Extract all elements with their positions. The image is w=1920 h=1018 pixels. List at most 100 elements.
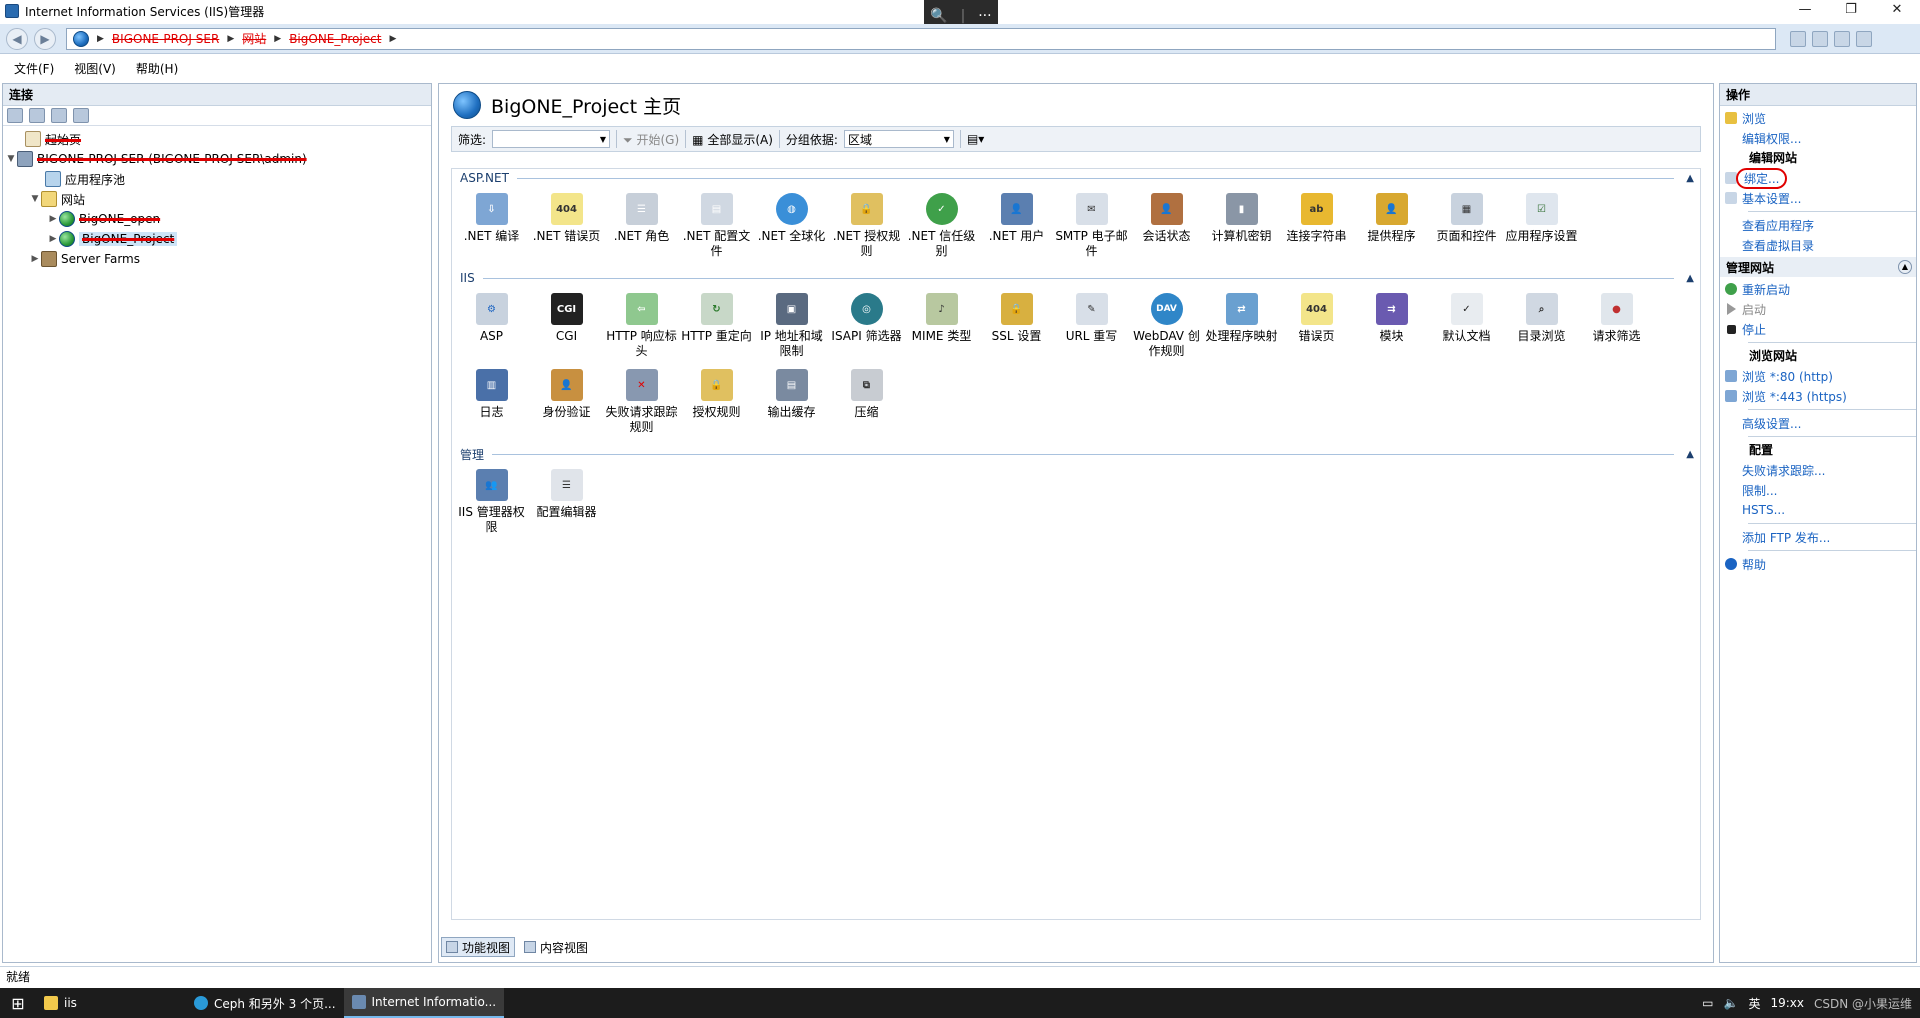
action-browse-443[interactable]: 浏览 *:443 (https) bbox=[1720, 386, 1916, 406]
tree-app-pools[interactable]: 应用程序池 bbox=[3, 169, 431, 189]
windows-start-icon[interactable]: ⊞ bbox=[0, 994, 36, 1013]
feature-net-trust-levels[interactable]: ✓ .NET 信任级别 bbox=[904, 187, 979, 263]
feature-isapi-filters[interactable]: ◎ ISAPI 筛选器 bbox=[829, 287, 904, 363]
feature-app-settings[interactable]: ☑ 应用程序设置 bbox=[1504, 187, 1579, 263]
clock[interactable]: 19:xx bbox=[1770, 996, 1804, 1010]
feature-authorization-rules[interactable]: 🔒 授权规则 bbox=[679, 363, 754, 439]
action-limits[interactable]: 限制... bbox=[1720, 480, 1916, 500]
breadcrumb-sites[interactable]: 网站 bbox=[242, 30, 266, 47]
feature-modules[interactable]: ⇉ 模块 bbox=[1354, 287, 1429, 363]
manage-site-heading[interactable]: 管理网站 ▲ bbox=[1720, 257, 1916, 277]
feature-authentication[interactable]: 👤 身份验证 bbox=[529, 363, 604, 439]
network-icon[interactable]: ▭ bbox=[1702, 996, 1713, 1010]
zoom-icon[interactable]: 🔍 bbox=[930, 8, 947, 24]
feature-http-response-headers[interactable]: ⇦ HTTP 响应标头 bbox=[604, 287, 679, 363]
feature-error-pages[interactable]: 404 错误页 bbox=[1279, 287, 1354, 363]
action-failed-request-tracing[interactable]: 失败请求跟踪... bbox=[1720, 460, 1916, 480]
feature-net-profile[interactable]: ▤ .NET 配置文件 bbox=[679, 187, 754, 263]
breadcrumb[interactable]: ▶ BIGONE-PROJ-SER ▶ 网站 ▶ BigONE_Project … bbox=[66, 27, 1776, 50]
action-bindings[interactable]: 绑定... bbox=[1720, 167, 1916, 189]
close-button[interactable]: ✕ bbox=[1874, 0, 1920, 22]
feature-pages-controls[interactable]: ▦ 页面和控件 bbox=[1429, 187, 1504, 263]
refresh-icon[interactable] bbox=[1790, 30, 1806, 47]
back-button[interactable]: ◀ bbox=[6, 27, 28, 50]
save-icon[interactable] bbox=[29, 108, 45, 123]
tree-site-project[interactable]: ▶ BigONE_Project bbox=[3, 229, 431, 249]
maximize-button[interactable]: ❐ bbox=[1828, 0, 1874, 22]
disconnect-icon[interactable] bbox=[73, 108, 89, 123]
tree-server[interactable]: ▼ BIGONE-PROJ-SER (BIGONE-PROJ-SER\admin… bbox=[3, 149, 431, 169]
action-stop[interactable]: 停止 bbox=[1720, 319, 1916, 339]
action-hsts[interactable]: HSTS... bbox=[1720, 500, 1916, 520]
feature-failed-request-tracing[interactable]: ✕ 失败请求跟踪规则 bbox=[604, 363, 679, 439]
action-advanced-settings[interactable]: 高级设置... bbox=[1720, 413, 1916, 433]
feature-net-users[interactable]: 👤 .NET 用户 bbox=[979, 187, 1054, 263]
chevron-right-icon[interactable]: ▶ bbox=[29, 254, 41, 264]
group-header-aspnet[interactable]: ASP.NET ▲ bbox=[452, 169, 1700, 187]
feature-mime-types[interactable]: ♪ MIME 类型 bbox=[904, 287, 979, 363]
feature-ssl-settings[interactable]: 🔒 SSL 设置 bbox=[979, 287, 1054, 363]
action-view-applications[interactable]: 查看应用程序 bbox=[1720, 215, 1916, 235]
feature-ip-domain-restrictions[interactable]: ▣ IP 地址和域限制 bbox=[754, 287, 829, 363]
collapse-icon[interactable]: ▲ bbox=[1686, 273, 1694, 284]
feature-http-redirect[interactable]: ↻ HTTP 重定向 bbox=[679, 287, 754, 363]
feature-iis-manager-permissions[interactable]: 👥 IIS 管理器权限 bbox=[454, 463, 529, 539]
tree-start-page[interactable]: 起始页 bbox=[3, 129, 431, 149]
feature-net-error-pages[interactable]: 404 .NET 错误页 bbox=[529, 187, 604, 263]
ime-indicator[interactable]: 英 bbox=[1748, 995, 1760, 1012]
action-view-virtual-dirs[interactable]: 查看虚拟目录 bbox=[1720, 235, 1916, 255]
feature-logging[interactable]: ▥ 日志 bbox=[454, 363, 529, 439]
feature-compression[interactable]: ⧉ 压缩 bbox=[829, 363, 904, 439]
breadcrumb-site[interactable]: BigONE_Project bbox=[289, 32, 381, 46]
filter-input[interactable]: ▼ bbox=[492, 130, 611, 148]
connect-icon[interactable] bbox=[7, 108, 23, 123]
chevron-down-icon[interactable]: ▼ bbox=[29, 194, 41, 204]
taskbar-item-edge[interactable]: Ceph 和另外 3 个页... bbox=[186, 988, 344, 1018]
feature-webdav[interactable]: DAV WebDAV 创作规则 bbox=[1129, 287, 1204, 363]
up-folder-icon[interactable] bbox=[51, 108, 67, 123]
taskbar-item-iis-manager[interactable]: Internet Informatio... bbox=[343, 988, 505, 1018]
feature-connection-strings[interactable]: ab 连接字符串 bbox=[1279, 187, 1354, 263]
feature-session-state[interactable]: 👤 会话状态 bbox=[1129, 187, 1204, 263]
feature-machine-key[interactable]: ▮ 计算机密钥 bbox=[1204, 187, 1279, 263]
feature-directory-browsing[interactable]: ⌕ 目录浏览 bbox=[1504, 287, 1579, 363]
chevron-right-icon[interactable]: ▶ bbox=[47, 214, 59, 224]
action-help[interactable]: 帮助 bbox=[1720, 554, 1916, 574]
show-all-button[interactable]: ▦ 全部显示(A) bbox=[692, 131, 773, 148]
help-icon[interactable] bbox=[1856, 30, 1872, 47]
chevron-right-icon[interactable]: ▶ bbox=[47, 234, 59, 244]
more-icon[interactable]: ··· bbox=[978, 8, 991, 24]
action-edit-permissions[interactable]: 编辑权限... bbox=[1720, 128, 1916, 148]
tab-features-view[interactable]: 功能视图 bbox=[441, 937, 516, 957]
tree-server-farms[interactable]: ▶ Server Farms bbox=[3, 249, 431, 269]
stop-icon[interactable] bbox=[1812, 30, 1828, 47]
chevron-up-icon[interactable]: ▲ bbox=[1898, 260, 1912, 274]
feature-request-filtering[interactable]: ● 请求筛选 bbox=[1579, 287, 1654, 363]
feature-net-compilation[interactable]: ⇩ .NET 编译 bbox=[454, 187, 529, 263]
go-button[interactable]: ⏷ 开始(G) bbox=[623, 131, 679, 148]
feature-net-authorization[interactable]: 🔒 .NET 授权规则 bbox=[829, 187, 904, 263]
volume-icon[interactable]: 🔈 bbox=[1723, 996, 1738, 1010]
collapse-icon[interactable]: ▲ bbox=[1686, 173, 1694, 184]
menu-view[interactable]: 视图(V) bbox=[74, 60, 116, 77]
tree-site-open[interactable]: ▶ BigONE_open bbox=[3, 209, 431, 229]
minimize-button[interactable]: — bbox=[1782, 0, 1828, 22]
feature-output-caching[interactable]: ▤ 输出缓存 bbox=[754, 363, 829, 439]
action-add-ftp[interactable]: 添加 FTP 发布... bbox=[1720, 527, 1916, 547]
group-header-management[interactable]: 管理 ▲ bbox=[452, 445, 1700, 463]
feature-smtp-email[interactable]: ✉ SMTP 电子邮件 bbox=[1054, 187, 1129, 263]
feature-url-rewrite[interactable]: ✎ URL 重写 bbox=[1054, 287, 1129, 363]
tree-sites[interactable]: ▼ 网站 bbox=[3, 189, 431, 209]
menu-file[interactable]: 文件(F) bbox=[14, 60, 54, 77]
feature-configuration-editor[interactable]: ☰ 配置编辑器 bbox=[529, 463, 604, 539]
breadcrumb-server[interactable]: BIGONE-PROJ-SER bbox=[112, 32, 219, 46]
action-browse-80[interactable]: 浏览 *:80 (http) bbox=[1720, 366, 1916, 386]
action-browse[interactable]: 浏览 bbox=[1720, 108, 1916, 128]
collapse-icon[interactable]: ▲ bbox=[1686, 449, 1694, 460]
tab-content-view[interactable]: 内容视图 bbox=[519, 937, 593, 957]
action-basic-settings[interactable]: 基本设置... bbox=[1720, 188, 1916, 208]
home-icon[interactable] bbox=[1834, 30, 1850, 47]
action-start[interactable]: 启动 bbox=[1720, 299, 1916, 319]
menu-help[interactable]: 帮助(H) bbox=[136, 60, 178, 77]
feature-net-roles[interactable]: ☰ .NET 角色 bbox=[604, 187, 679, 263]
